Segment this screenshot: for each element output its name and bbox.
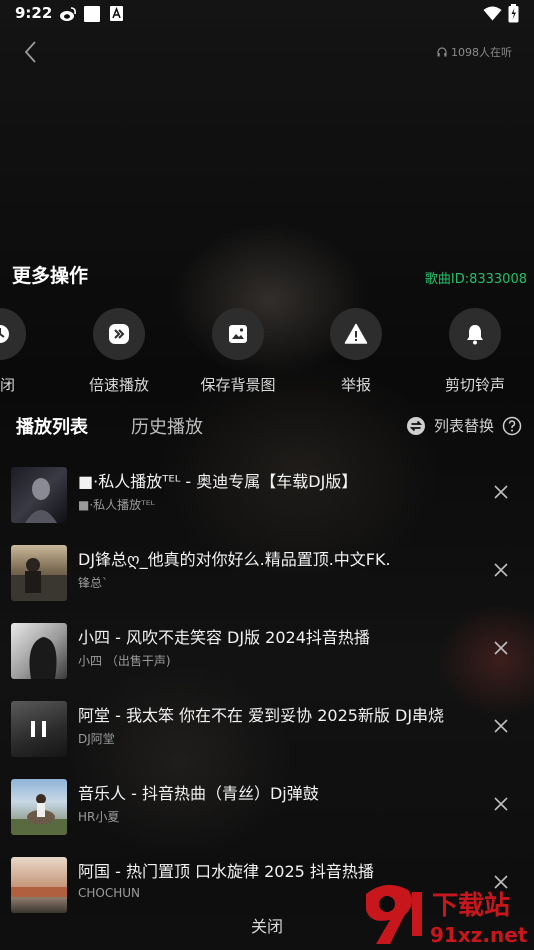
song-title: DJ锋总ღ_他真的对你好么.精品置顶.中文FK.	[78, 550, 391, 569]
song-artist: ■·私人播放ᵀᴱᴸ	[78, 498, 155, 512]
playlist-item[interactable]: ■·私人播放ᵀᴱᴸ - 奥迪专属【车载DJ版】 ■·私人播放ᵀᴱᴸ	[0, 462, 534, 528]
song-artist: 锋总`	[78, 576, 109, 590]
site-watermark: 下载站 91xz.net	[360, 880, 530, 947]
headphones-icon	[437, 47, 447, 57]
speed-icon	[109, 324, 129, 344]
album-cover	[11, 623, 67, 679]
action-label: 举报	[340, 376, 371, 394]
action-icon-circle[interactable]	[330, 308, 382, 360]
action-icon-circle[interactable]	[0, 308, 26, 360]
pause-icon[interactable]	[11, 701, 67, 757]
listener-count-text: 1098人在听	[451, 46, 512, 59]
sheet-title: 更多操作	[12, 265, 89, 287]
action-close-timer[interactable]: 关闭	[0, 308, 55, 395]
album-cover	[11, 779, 67, 835]
back-chevron-icon[interactable]	[18, 38, 46, 66]
song-title: 阿国 - 热门置顶 口水旋律 2025 抖音热播	[78, 862, 374, 881]
action-cut-ringtone[interactable]: 剪切铃声	[420, 308, 530, 395]
cover-art-figure	[11, 794, 67, 835]
tab-history[interactable]: 历史播放	[131, 413, 203, 439]
list-replace-button[interactable]: 列表替换	[406, 415, 522, 436]
watermark-url: 91xz.net	[430, 923, 528, 946]
cover-art-figure	[29, 637, 57, 679]
notification-square-icon	[84, 6, 100, 22]
clock-icon	[0, 325, 9, 343]
playlist-item[interactable]: DJ锋总ღ_他真的对你好么.精品置顶.中文FK. 锋总`	[0, 540, 534, 606]
song-artist: 小四 （出售干声)	[78, 654, 171, 668]
song-title: 音乐人 - 抖音热曲（青丝）Dj弹鼓	[78, 784, 319, 803]
remove-icon[interactable]	[490, 559, 512, 581]
action-speed-play[interactable]: 倍速播放	[64, 308, 174, 395]
song-id: 歌曲ID:8333008	[424, 272, 527, 287]
tab-playlist[interactable]: 播放列表	[16, 413, 88, 439]
playlist-item[interactable]: 音乐人 - 抖音热曲（青丝）Dj弹鼓 HR小夏	[0, 774, 534, 840]
action-icon-circle[interactable]	[212, 308, 264, 360]
battery-icon	[508, 4, 519, 23]
list-replace-label: 列表替换	[433, 417, 494, 435]
watermark-logo-icon: 下载站 91xz.net	[366, 884, 528, 947]
cover-art-figure	[25, 478, 57, 523]
playlist-item-now-playing[interactable]: 阿堂 - 我太笨 你在不在 爱到妥协 2025新版 DJ串烧 DJ阿堂	[0, 696, 534, 762]
song-artist: HR小夏	[78, 810, 120, 824]
action-report[interactable]: 举报	[301, 308, 411, 395]
action-icon-circle[interactable]	[449, 308, 501, 360]
remove-icon[interactable]	[490, 793, 512, 815]
warning-icon	[344, 323, 368, 344]
remove-icon[interactable]	[490, 637, 512, 659]
watermark-title: 下载站	[432, 891, 510, 921]
remove-icon[interactable]	[490, 715, 512, 737]
action-label: 剪切铃声	[444, 376, 505, 394]
playlist-item[interactable]: 小四 - 风吹不走笑容 DJ版 2024抖音热播 小四 （出售干声)	[0, 618, 534, 684]
action-label: 倍速播放	[88, 376, 149, 394]
bell-icon	[467, 325, 483, 345]
song-artist: DJ阿堂	[78, 732, 115, 746]
status-bar: 9:22	[0, 0, 534, 28]
replace-icon	[406, 416, 425, 435]
font-a-icon	[110, 6, 123, 21]
album-cover	[11, 701, 67, 757]
song-title: 小四 - 风吹不走笑容 DJ版 2024抖音热播	[78, 628, 370, 647]
help-icon[interactable]	[502, 416, 522, 436]
action-save-background[interactable]: 保存背景图	[183, 308, 293, 395]
image-icon	[229, 325, 247, 343]
album-cover	[11, 467, 67, 523]
weibo-icon	[60, 7, 76, 21]
action-label: 保存背景图	[200, 376, 276, 394]
song-title: 阿堂 - 我太笨 你在不在 爱到妥协 2025新版 DJ串烧	[78, 706, 445, 725]
status-time: 9:22	[15, 4, 53, 22]
action-label: 关闭	[0, 376, 15, 394]
action-icon-circle[interactable]	[93, 308, 145, 360]
wifi-icon	[483, 6, 502, 21]
song-title: ■·私人播放ᵀᴱᴸ - 奥迪专属【车载DJ版】	[78, 472, 358, 491]
album-cover	[11, 545, 67, 601]
remove-icon[interactable]	[490, 481, 512, 503]
cover-art-figure	[11, 558, 67, 601]
listener-count: 1098人在听	[437, 44, 512, 60]
